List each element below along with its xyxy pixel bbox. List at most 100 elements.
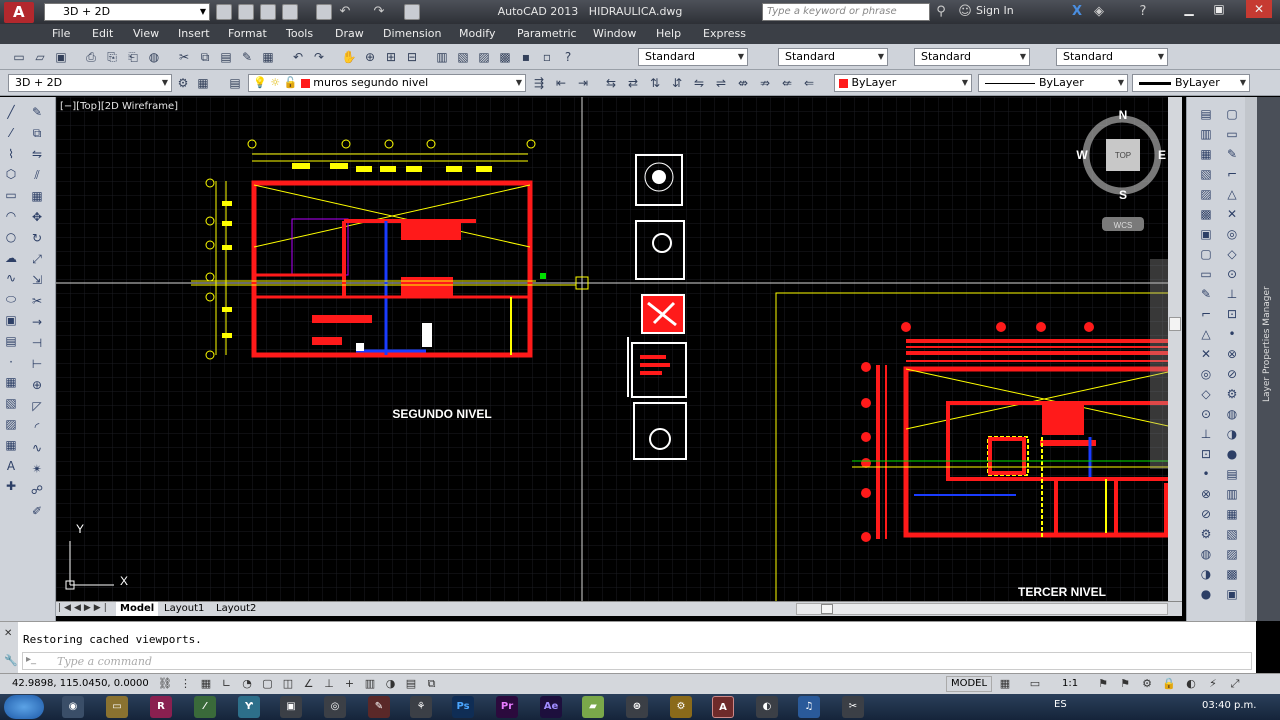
paper-model-icon[interactable]: ▭ <box>1026 676 1044 692</box>
multiline-text-icon[interactable]: A <box>2 457 20 475</box>
rotate-icon[interactable]: ↻ <box>28 229 46 247</box>
app-icon-10[interactable]: ✂ <box>842 696 864 718</box>
layer-freeze-icon[interactable]: ⇵ <box>668 74 686 92</box>
bring-front-icon[interactable]: ▢ <box>1197 245 1215 263</box>
text-above-icon[interactable]: ▩ <box>1197 205 1215 223</box>
send-back-alt-icon[interactable]: ⊙ <box>1223 265 1241 283</box>
point-icon[interactable]: · <box>2 353 20 371</box>
language-indicator[interactable]: ES <box>1054 699 1067 710</box>
break-at-point-icon[interactable]: ⊣ <box>28 334 46 352</box>
snap-node-icon[interactable]: • <box>1197 465 1215 483</box>
quick-properties-toggle[interactable]: ▤ <box>402 676 420 692</box>
object-snap-alt-icon[interactable]: ⊥ <box>1223 285 1241 303</box>
minimize-button[interactable]: ▁ <box>1176 0 1202 18</box>
cut-icon[interactable]: ✂ <box>175 48 193 66</box>
offset-icon[interactable]: ⫽ <box>28 166 46 184</box>
app-icon-7[interactable]: ⊛ <box>626 696 648 718</box>
layer-isolate-icon[interactable]: ⇆ <box>602 74 620 92</box>
menu-dimension[interactable]: Dimension <box>383 27 441 40</box>
layer-copy-icon[interactable]: ⇏ <box>756 74 774 92</box>
redo-icon[interactable]: ↷ <box>310 48 328 66</box>
text-style-select[interactable]: Standard ▼ <box>638 48 748 66</box>
app-icon-2[interactable]: ▣ <box>280 696 302 718</box>
layout-switch-icon[interactable]: ▦ <box>996 676 1014 692</box>
close-button[interactable]: ✕ <box>1246 0 1272 18</box>
open-icon[interactable]: ▱ <box>31 48 49 66</box>
sketch-icon[interactable]: ⁄ <box>194 696 216 718</box>
new-icon[interactable]: ▭ <box>10 48 28 66</box>
dynamic-input-toggle[interactable]: + <box>341 676 359 692</box>
polar-tracking-toggle[interactable]: ◔ <box>238 676 256 692</box>
snap-quadrant-alt-icon[interactable]: ⚙ <box>1223 385 1241 403</box>
menu-insert[interactable]: Insert <box>178 27 210 40</box>
object-snap-tracking-toggle[interactable]: ∠ <box>300 676 318 692</box>
draw-order-icon[interactable]: ▤ <box>1197 105 1215 123</box>
menu-help[interactable]: Help <box>656 27 681 40</box>
dynamic-ucs-toggle[interactable]: ⊥ <box>320 676 338 692</box>
scale-icon[interactable]: ⤢ <box>28 250 46 268</box>
snap-quadrant-icon[interactable]: ◇ <box>1197 385 1215 403</box>
front-alt-icon[interactable]: ▭ <box>1223 125 1241 143</box>
lineweight-select[interactable]: ByLayer ▼ <box>1132 74 1250 92</box>
search-input[interactable]: Type a keyword or phrase <box>762 3 930 21</box>
infer-constraints-toggle[interactable]: ⛓ <box>156 676 174 692</box>
annotation-scale[interactable]: 1:1 <box>1062 678 1078 689</box>
layer-lock-icon[interactable]: ⇋ <box>690 74 708 92</box>
layer-unlock-icon[interactable]: ⇌ <box>712 74 730 92</box>
snap-center-alt-icon[interactable]: ⊘ <box>1223 365 1241 383</box>
snap-insertion-icon[interactable]: ⊡ <box>1197 445 1215 463</box>
erase-icon[interactable]: ✎ <box>28 103 46 121</box>
block-editor-icon[interactable]: ▦ <box>259 48 277 66</box>
auto-scale-icon[interactable]: ⚑ <box>1116 676 1134 692</box>
tool-palettes-icon[interactable]: ▨ <box>475 48 493 66</box>
paste-icon[interactable]: ▤ <box>217 48 235 66</box>
array-icon[interactable]: ▦ <box>28 187 46 205</box>
layer-unisolate-icon[interactable]: ⇄ <box>624 74 642 92</box>
snap-endpoint-alt-icon[interactable]: ⊡ <box>1223 305 1241 323</box>
insert-block-icon[interactable]: ▣ <box>2 311 20 329</box>
binoculars-icon[interactable]: ⚲ <box>932 3 950 21</box>
ortho-mode-toggle[interactable]: ∟ <box>218 676 236 692</box>
add-selected-icon[interactable]: ✚ <box>2 477 20 495</box>
osnap-settings-icon[interactable]: ⚙ <box>1197 525 1215 543</box>
layer-change-icon[interactable]: ⇎ <box>734 74 752 92</box>
revision-cloud-icon[interactable]: ☁ <box>2 249 20 267</box>
draw-order-alt-icon[interactable]: ▢ <box>1223 105 1241 123</box>
save-icon[interactable]: ▣ <box>52 48 70 66</box>
menu-edit[interactable]: Edit <box>92 27 113 40</box>
horizontal-scrollbar-thumb[interactable] <box>821 604 833 614</box>
app-icon-4[interactable]: ✎ <box>368 696 390 718</box>
properties-match-icon[interactable]: ☍ <box>28 481 46 499</box>
break-icon[interactable]: ⊢ <box>28 355 46 373</box>
hatch-icon[interactable]: ▦ <box>2 373 20 391</box>
drawing-canvas[interactable]: SEGUNDO NIVEL TERCER NIVEL Y X N S E W T… <box>56 97 1182 601</box>
quickcalc-icon[interactable]: ▫ <box>538 48 556 66</box>
3d-object-snap-toggle[interactable]: ◫ <box>279 676 297 692</box>
properties-icon[interactable]: ▥ <box>433 48 451 66</box>
help-icon[interactable]: ? <box>559 48 577 66</box>
object-snap-toggle[interactable]: ▢ <box>259 676 277 692</box>
chamfer-icon[interactable]: ◸ <box>28 397 46 415</box>
copy-icon[interactable]: ⧉ <box>196 48 214 66</box>
sign-in-link[interactable]: Sign In <box>976 4 1014 17</box>
line-icon[interactable]: ╱ <box>2 103 20 121</box>
design-center-icon[interactable]: ▧ <box>454 48 472 66</box>
hardware-acceleration-icon[interactable]: ⚡ <box>1204 676 1222 692</box>
snap-node-alt-icon[interactable]: ▤ <box>1223 465 1241 483</box>
menu-view[interactable]: View <box>133 27 159 40</box>
app-icon-8[interactable]: ⚙ <box>670 696 692 718</box>
photoshop-icon[interactable]: Ps <box>452 696 474 718</box>
menu-express[interactable]: Express <box>703 27 746 40</box>
premiere-icon[interactable]: Pr <box>496 696 518 718</box>
undo-icon[interactable]: ↶ <box>289 48 307 66</box>
customize-icon[interactable]: ▦ <box>194 74 212 92</box>
gradient-icon[interactable]: ▧ <box>2 394 20 412</box>
rectangle-icon[interactable]: ▭ <box>2 186 20 204</box>
undo-icon[interactable]: ↶ <box>336 3 354 21</box>
table-icon[interactable]: ▦ <box>2 436 20 454</box>
autocad-logo-button[interactable]: A <box>4 2 34 23</box>
markup-icon[interactable]: ▪ <box>517 48 535 66</box>
workspace-select-2[interactable]: 3D + 2D ▼ <box>8 74 172 92</box>
visual-style-alt-icon[interactable]: ▩ <box>1223 565 1241 583</box>
linetype-select[interactable]: ByLayer ▼ <box>978 74 1128 92</box>
